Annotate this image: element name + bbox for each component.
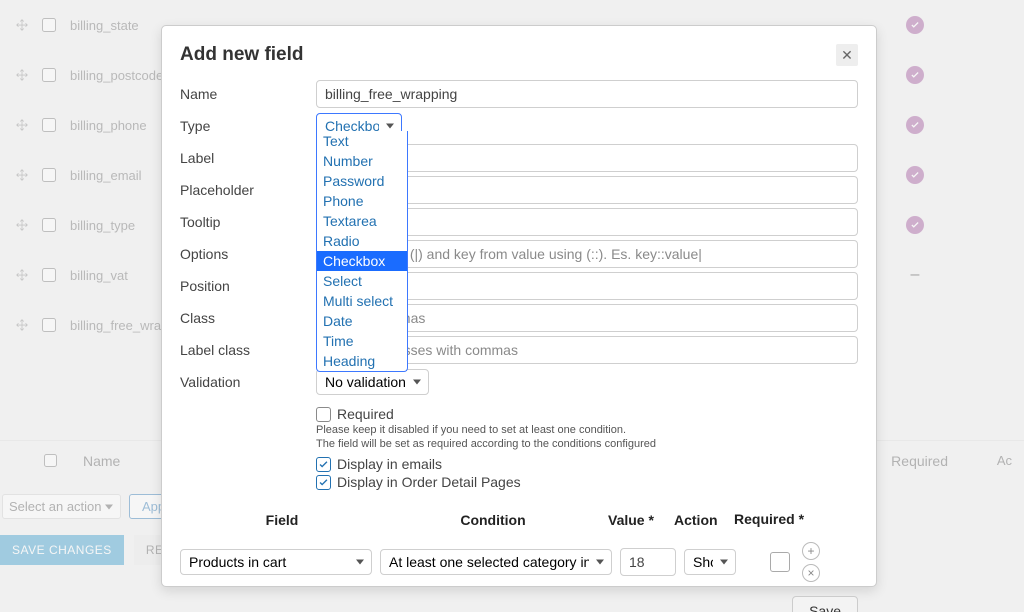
validation-select[interactable]: No validation: [316, 369, 429, 395]
required-hint2: The field will be set as required accord…: [316, 438, 858, 450]
add-field-dialog: Add new field ✕ Name Type Checkbox Label…: [161, 25, 877, 587]
type-option[interactable]: Date: [317, 311, 407, 331]
type-option[interactable]: Text: [317, 131, 407, 151]
validation-label: Validation: [180, 374, 316, 390]
type-option[interactable]: Phone: [317, 191, 407, 211]
name-label: Name: [180, 86, 316, 102]
display-emails-label: Display in emails: [337, 456, 442, 472]
class-label: Class: [180, 310, 316, 326]
display-order-label: Display in Order Detail Pages: [337, 474, 521, 490]
type-option[interactable]: Time: [317, 331, 407, 351]
type-label: Type: [180, 118, 316, 134]
close-icon[interactable]: ✕: [836, 44, 858, 66]
type-option[interactable]: Textarea: [317, 211, 407, 231]
cond-head-required: Required *: [734, 512, 806, 528]
save-button[interactable]: Save: [792, 596, 858, 612]
type-option[interactable]: Select: [317, 271, 407, 291]
cond-head-value: Value *: [608, 512, 674, 528]
required-hint: Please keep it disabled if you need to s…: [316, 424, 858, 436]
display-order-checkbox[interactable]: [316, 475, 331, 490]
type-option[interactable]: Password: [317, 171, 407, 191]
required-checkbox[interactable]: [316, 407, 331, 422]
type-option[interactable]: Number: [317, 151, 407, 171]
type-option[interactable]: Radio: [317, 231, 407, 251]
display-emails-checkbox[interactable]: [316, 457, 331, 472]
cond-head-action: Action: [674, 512, 734, 528]
remove-condition-icon[interactable]: ×: [802, 564, 820, 582]
position-label: Position: [180, 278, 316, 294]
type-dropdown[interactable]: Text Number Password Phone Textarea Radi…: [316, 131, 408, 372]
cond-head-field: Field: [186, 512, 378, 528]
type-option[interactable]: Heading: [317, 351, 407, 371]
cond-value-input[interactable]: [620, 548, 676, 576]
label-label: Label: [180, 150, 316, 166]
type-option-selected[interactable]: Checkbox: [317, 251, 407, 271]
add-condition-icon[interactable]: +: [802, 542, 820, 560]
options-label: Options: [180, 246, 316, 262]
cond-action-select[interactable]: Show: [684, 549, 736, 575]
dialog-title: Add new field: [180, 44, 304, 66]
labelclass-label: Label class: [180, 342, 316, 358]
cond-head-condition: Condition: [378, 512, 608, 528]
tooltip-label: Tooltip: [180, 214, 316, 230]
required-label: Required: [337, 406, 394, 422]
placeholder-label: Placeholder: [180, 182, 316, 198]
name-input[interactable]: [316, 80, 858, 108]
cond-condition-select[interactable]: At least one selected category in cart: [380, 549, 612, 575]
type-option[interactable]: Multi select: [317, 291, 407, 311]
cond-field-select[interactable]: Products in cart: [180, 549, 372, 575]
cond-required-checkbox[interactable]: [770, 552, 790, 572]
